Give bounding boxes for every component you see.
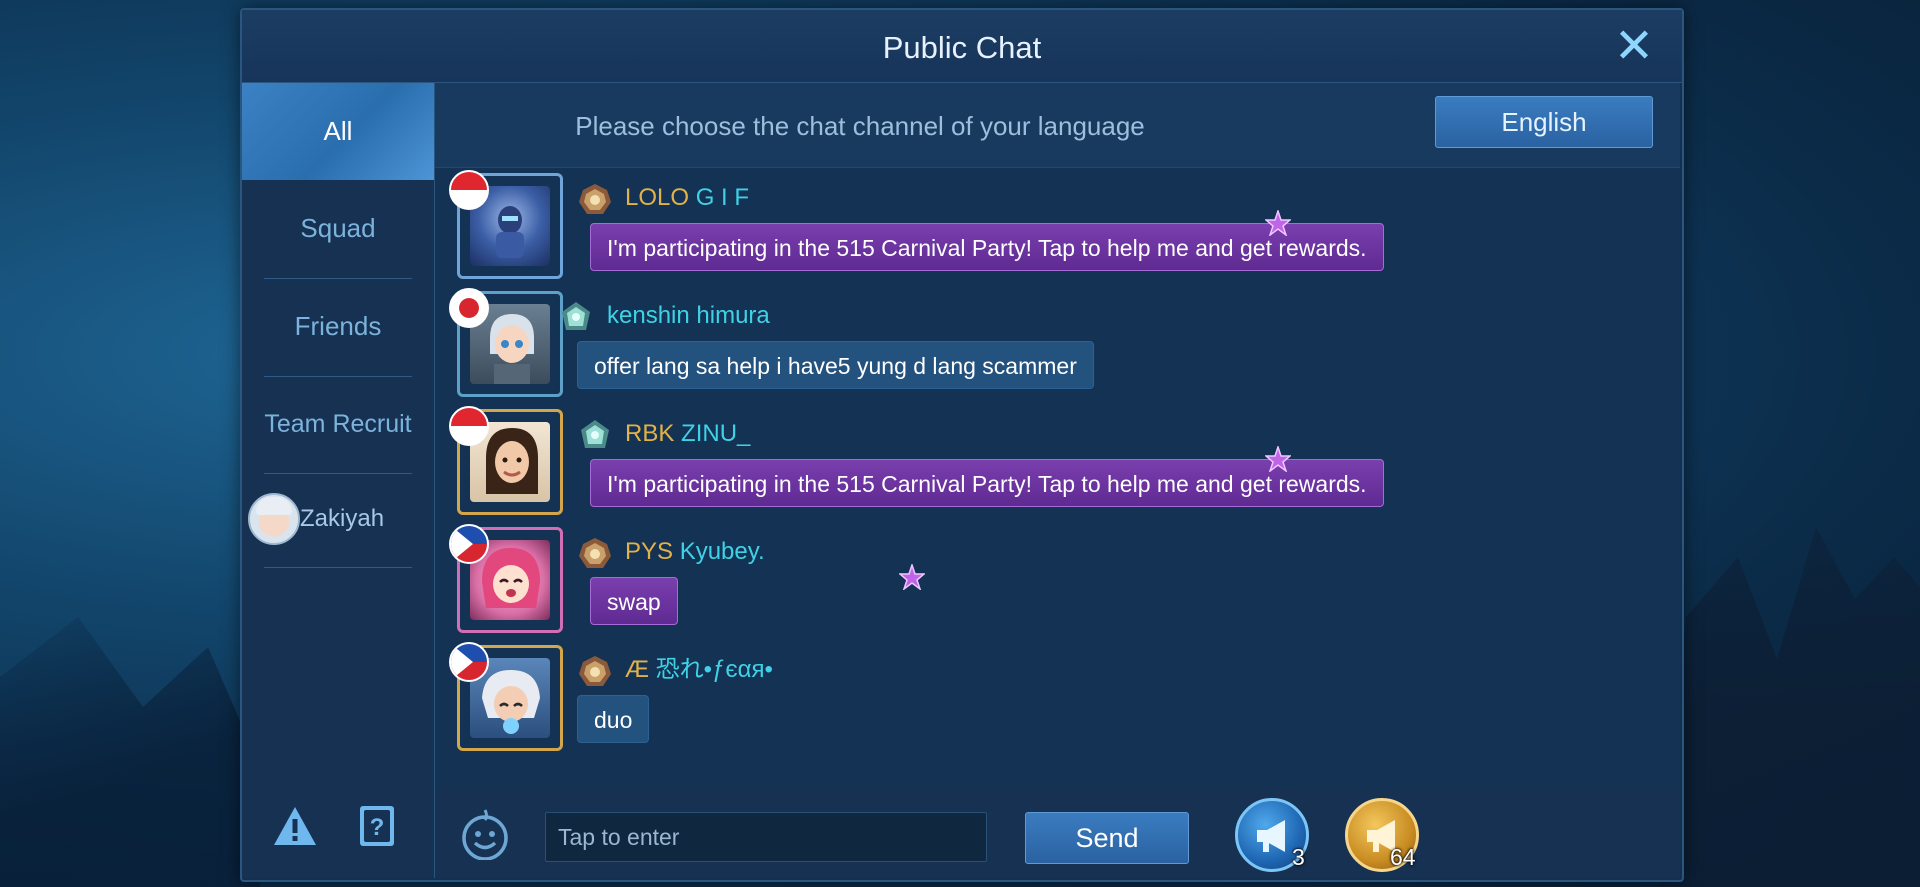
chat-input-bar: Send 3 64 (435, 788, 1680, 878)
flag-indonesia-icon (449, 170, 489, 210)
avatar (248, 493, 300, 545)
flag-philippines-icon (449, 642, 489, 682)
chat-message: PYS Kyubey. swap (435, 522, 1680, 640)
emoji-icon[interactable] (460, 808, 510, 861)
message-bubble[interactable]: duo (577, 695, 650, 743)
chat-message: kenshin himura offer lang sa help i have… (435, 286, 1680, 404)
rank-badge-icon (562, 302, 590, 330)
rank-badge-icon (579, 184, 611, 214)
gold-megaphone-count: 64 (1390, 844, 1416, 870)
sidebar-divider (264, 567, 412, 568)
language-prompt: Please choose the chat channel of your l… (575, 111, 1145, 141)
chat-header: Public Chat ✕ (242, 10, 1682, 83)
flag-japan-icon (449, 288, 489, 328)
star-icon (899, 564, 925, 590)
username[interactable]: kenshin himura (607, 296, 770, 336)
chat-message: Æ 恐れ•ƒєαя• duo (435, 640, 1680, 758)
help-book-icon[interactable]: ? (354, 803, 400, 849)
friend-name: Zakiyah (300, 505, 385, 532)
message-list[interactable]: LOLO G I F I'm participating in the 515 … (435, 168, 1680, 788)
star-icon (1265, 446, 1291, 472)
language-bar: Please choose the chat channel of your l… (435, 83, 1680, 168)
send-button[interactable]: Send (1025, 812, 1189, 864)
close-button[interactable]: ✕ (1612, 23, 1656, 71)
username[interactable]: LOLO G I F (625, 178, 749, 218)
warning-icon[interactable] (272, 803, 318, 849)
username[interactable]: Æ 恐れ•ƒєαя• (625, 650, 773, 690)
svg-text:?: ? (370, 814, 385, 841)
friend-item-zakiyah[interactable]: Zakiyah (242, 489, 434, 549)
sidebar-divider (264, 473, 412, 474)
tab-all[interactable]: All (242, 83, 434, 180)
username[interactable]: RBK ZINU_ (625, 414, 750, 454)
tab-squad[interactable]: Squad (242, 180, 434, 277)
flag-philippines-icon (449, 524, 489, 564)
flag-indonesia-icon (449, 406, 489, 446)
rank-badge-icon (579, 538, 611, 568)
message-bubble[interactable]: offer lang sa help i have5 yung d lang s… (577, 341, 1094, 389)
chat-message: LOLO G I F I'm participating in the 515 … (435, 168, 1680, 286)
channel-sidebar: All Squad Friends Team Recruit Zakiyah ? (242, 83, 435, 878)
username[interactable]: PYS Kyubey. (625, 532, 765, 572)
rank-badge-icon (579, 656, 611, 686)
blue-megaphone-count: 3 (1292, 844, 1305, 870)
background-rocks-right (1660, 527, 1920, 887)
message-bubble[interactable]: swap (590, 577, 678, 625)
close-icon: ✕ (1613, 20, 1655, 73)
page-title: Public Chat (882, 30, 1042, 65)
background-rocks-left (0, 617, 260, 887)
tab-team-recruit[interactable]: Team Recruit (242, 376, 434, 473)
chat-message: RBK ZINU_ I'm participating in the 515 C… (435, 404, 1680, 522)
public-chat-panel: Public Chat ✕ All Squad Friends Team Rec… (240, 8, 1684, 882)
chat-input-field[interactable] (545, 812, 987, 862)
language-select-button[interactable]: English (1435, 96, 1653, 148)
rank-badge-icon (581, 420, 609, 448)
tab-friends[interactable]: Friends (242, 278, 434, 375)
megaphone-icon (1257, 820, 1285, 852)
star-icon (1265, 210, 1291, 236)
